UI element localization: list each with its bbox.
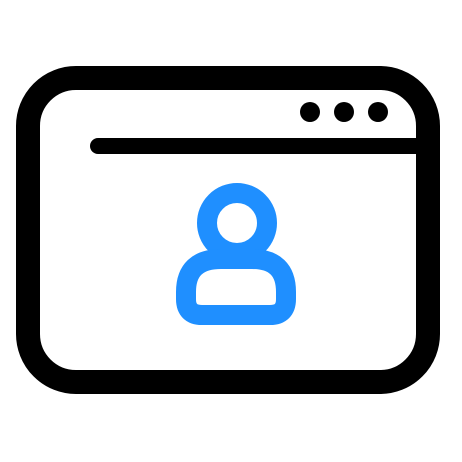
browser-window-frame bbox=[16, 66, 440, 394]
user-icon bbox=[176, 183, 296, 325]
window-dot-3 bbox=[368, 102, 388, 122]
icon-canvas bbox=[0, 0, 462, 462]
user-body bbox=[176, 249, 296, 325]
browser-window-user-icon bbox=[16, 66, 440, 394]
window-dots-icon bbox=[300, 102, 388, 122]
window-dot-1 bbox=[300, 102, 320, 122]
user-head bbox=[197, 183, 277, 263]
window-dot-2 bbox=[334, 102, 354, 122]
